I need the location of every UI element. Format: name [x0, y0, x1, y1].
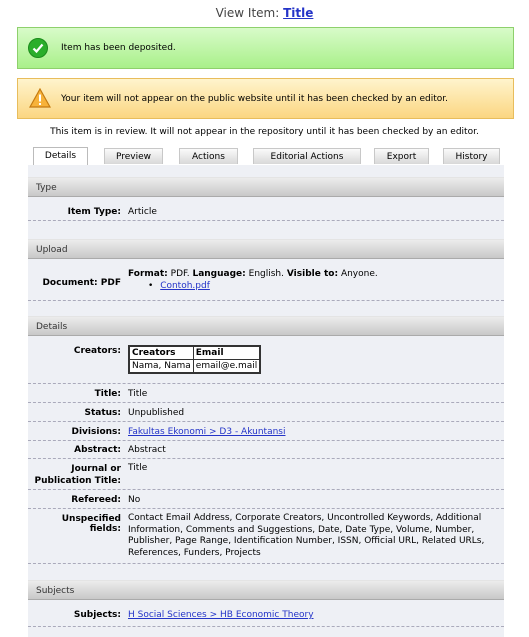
creator-name-cell: Nama, Nama [128, 359, 194, 374]
title-label: Title: [94, 389, 121, 399]
refereed-row: Refereed: No [28, 490, 504, 509]
unspecified-row: Unspecified fields: Contact Email Addres… [28, 509, 504, 564]
tab-details[interactable]: Details [33, 147, 88, 166]
format-label: Format: [128, 269, 168, 279]
success-message: Item has been deposited. [17, 27, 514, 69]
table-row: Nama, Nama email@e.mail [128, 359, 261, 374]
section-header-type: Type [28, 177, 504, 197]
title-value: Title [128, 389, 148, 399]
tab-export[interactable]: Export [374, 148, 429, 164]
abstract-row: Abstract: Abstract [28, 441, 504, 459]
table-header-row: Creators Email [128, 345, 261, 360]
creators-header: Creators [128, 345, 194, 360]
file-list-item: • Contoh.pdf [148, 281, 378, 291]
creators-table-wrap: Creators Email Nama, Nama email@e.mail [128, 345, 262, 374]
tab-history[interactable]: History [443, 148, 500, 164]
section-header-upload: Upload [28, 239, 504, 259]
journal-label-line1: Journal or [71, 464, 121, 474]
warning-icon [28, 87, 52, 111]
warning-message: Your item will not appear on the public … [17, 78, 514, 119]
subjects-label: Subjects: [73, 610, 121, 620]
success-message-text: Item has been deposited. [61, 43, 176, 53]
unspecified-label: Unspecified fields: [61, 514, 121, 534]
unspecified-value: Contact Email Address, Corporate Creator… [128, 513, 485, 558]
format-value: PDF. [170, 269, 190, 279]
file-link[interactable]: Contoh.pdf [160, 281, 210, 291]
status-row: Status: Unpublished [28, 403, 504, 422]
bullet-icon: • [148, 281, 154, 291]
document-info: Format: PDF. Language: English. Visible … [128, 269, 378, 291]
item-type-label: Item Type: [67, 207, 121, 217]
abstract-value: Abstract [128, 445, 166, 455]
divisions-link[interactable]: Fakultas Ekonomi > D3 - Akuntansi [128, 427, 286, 437]
tab-bar: Details Preview Actions Editorial Action… [28, 147, 504, 166]
check-icon [28, 38, 48, 58]
warning-message-text: Your item will not appear on the public … [61, 94, 448, 104]
divisions-label: Divisions: [71, 427, 122, 437]
tab-preview[interactable]: Preview [104, 148, 163, 164]
item-type-row: Item Type: Article [28, 197, 504, 221]
page-title: View Item: Title [0, 6, 529, 20]
divisions-row: Divisions: Fakultas Ekonomi > D3 - Akunt… [28, 422, 504, 441]
title-row: Title: Title [28, 384, 504, 403]
refereed-label: Refereed: [71, 495, 121, 505]
language-label: Language: [192, 269, 246, 279]
status-value: Unpublished [128, 408, 185, 418]
page-title-link[interactable]: Title [283, 6, 313, 20]
subjects-link[interactable]: H Social Sciences > HB Economic Theory [128, 610, 314, 620]
creators-label: Creators: [73, 346, 121, 356]
creators-row: Creators: Creators Email Nama, Nama emai… [28, 336, 504, 384]
document-row: Document: PDF Format: PDF. Language: Eng… [28, 259, 504, 301]
status-label: Status: [84, 408, 121, 418]
tab-actions[interactable]: Actions [179, 148, 238, 164]
tab-editorial-actions[interactable]: Editorial Actions [253, 148, 361, 164]
creators-table: Creators Email Nama, Nama email@e.mail [128, 345, 262, 374]
visible-value: Anyone. [340, 269, 378, 279]
refereed-value: No [128, 495, 141, 505]
page-title-prefix: View Item: [215, 6, 280, 20]
review-note: This item is in review. It will not appe… [50, 127, 479, 137]
item-type-value: Article [128, 207, 157, 217]
document-label: Document: PDF [42, 278, 121, 288]
subjects-row: Subjects: H Social Sciences > HB Economi… [28, 600, 504, 627]
creator-email-cell: email@e.mail [192, 359, 261, 374]
journal-label: Journal or Publication Title: [31, 463, 121, 487]
abstract-label: Abstract: [74, 445, 121, 455]
language-value: English. [248, 269, 284, 279]
visible-label: Visible to: [286, 269, 339, 279]
journal-row: Journal or Publication Title: Title [28, 459, 504, 490]
section-header-details: Details [28, 316, 504, 336]
journal-value: Title [128, 463, 148, 473]
section-header-subjects: Subjects [28, 580, 504, 600]
email-header: Email [192, 345, 261, 360]
journal-label-line2: Publication Title: [34, 476, 121, 486]
